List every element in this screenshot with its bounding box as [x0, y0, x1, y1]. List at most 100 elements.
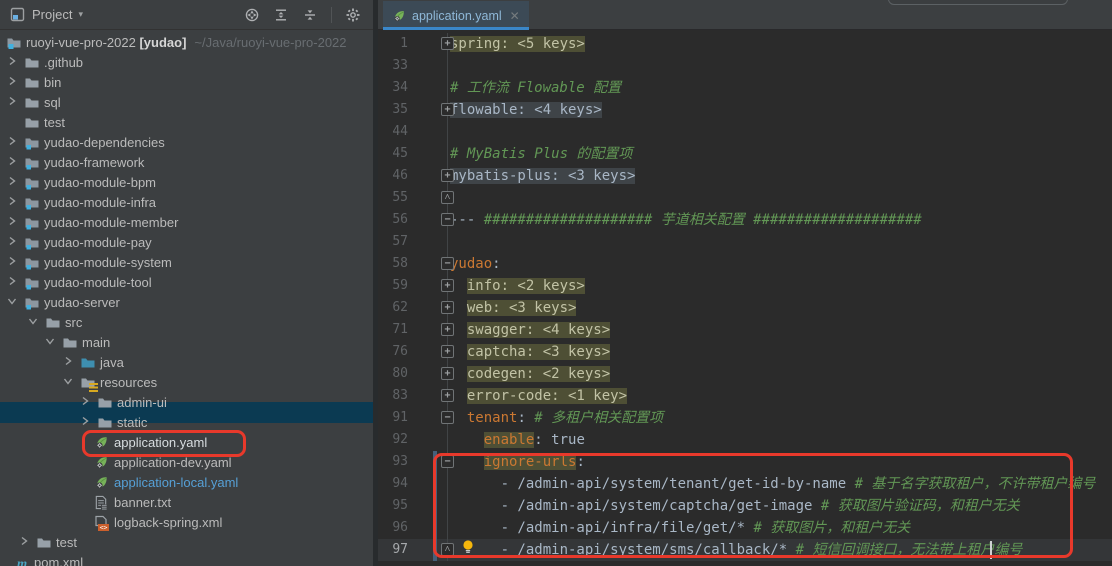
tree-item-application-local-yaml[interactable]: application-local.yaml — [0, 473, 373, 493]
tree-item-resources[interactable]: resources — [0, 373, 373, 393]
fold-expand-icon[interactable]: + — [441, 367, 454, 380]
intention-bulb-icon[interactable] — [462, 540, 474, 554]
chevron-right-icon[interactable] — [6, 215, 20, 231]
chevron-right-icon[interactable] — [6, 255, 20, 271]
code-line-97[interactable]: 97˄ - /admin-api/system/sms/callback/* #… — [378, 539, 1112, 561]
code-line-83[interactable]: 83+ error-code: <1 key> — [378, 385, 1112, 407]
tree-item-sql[interactable]: sql — [0, 93, 373, 113]
tree-item-yudao-module-pay[interactable]: yudao-module-pay — [0, 233, 373, 253]
code-text: flowable: <4 keys> — [450, 99, 602, 121]
code-line-71[interactable]: 71+ swagger: <4 keys> — [378, 319, 1112, 341]
tree-item-yudao-dependencies[interactable]: yudao-dependencies — [0, 133, 373, 153]
tree-item-yudao-framework[interactable]: yudao-framework — [0, 153, 373, 173]
fold-end-icon[interactable]: ˄ — [441, 543, 454, 556]
code-line-96[interactable]: 96 - /admin-api/infra/file/get/* # 获取图片，… — [378, 517, 1112, 539]
tree-item--github[interactable]: .github — [0, 53, 373, 73]
code-line-33[interactable]: 33 — [378, 55, 1112, 77]
code-line-58[interactable]: 58−yudao: — [378, 253, 1112, 275]
fold-expand-icon[interactable]: + — [441, 323, 454, 336]
chevron-right-icon[interactable] — [62, 355, 76, 371]
expand-all-icon[interactable] — [273, 7, 289, 23]
tree-item-main[interactable]: main — [0, 333, 373, 353]
tree-item-yudao-server[interactable]: yudao-server — [0, 293, 373, 313]
fold-expand-icon[interactable]: + — [441, 389, 454, 402]
code-line-76[interactable]: 76+ captcha: <3 keys> — [378, 341, 1112, 363]
code-line-92[interactable]: 92 enable: true — [378, 429, 1112, 451]
chevron-down-icon[interactable] — [6, 295, 20, 311]
fold-collapse-icon[interactable]: − — [441, 455, 454, 468]
chevron-right-icon[interactable] — [79, 395, 93, 411]
tree-item-ruoyi-vue-pro-2022[interactable]: ruoyi-vue-pro-2022 [yudao]~/Java/ruoyi-v… — [0, 33, 373, 53]
chevron-right-icon[interactable] — [6, 155, 20, 171]
code-line-62[interactable]: 62+ web: <3 keys> — [378, 297, 1112, 319]
code-line-44[interactable]: 44 — [378, 121, 1112, 143]
tree-item-application-dev-yaml[interactable]: application-dev.yaml — [0, 453, 373, 473]
code-line-1[interactable]: 1+spring: <5 keys> — [378, 33, 1112, 55]
fold-expand-icon[interactable]: + — [441, 169, 454, 182]
code-editor[interactable]: 1+spring: <5 keys>3334# 工作流 Flowable 配置3… — [378, 30, 1112, 566]
code-line-91[interactable]: 91− tenant: # 多租户相关配置项 — [378, 407, 1112, 429]
fold-expand-icon[interactable]: + — [441, 345, 454, 358]
tree-item-yudao-module-infra[interactable]: yudao-module-infra — [0, 193, 373, 213]
settings-gear-icon[interactable] — [345, 7, 361, 23]
tree-item-yudao-module-system[interactable]: yudao-module-system — [0, 253, 373, 273]
code-line-59[interactable]: 59+ info: <2 keys> — [378, 275, 1112, 297]
tree-item-logback-spring-xml[interactable]: <>logback-spring.xml — [0, 513, 373, 533]
tree-item-yudao-module-tool[interactable]: yudao-module-tool — [0, 273, 373, 293]
collapse-all-icon[interactable] — [302, 7, 318, 23]
chevron-right-icon[interactable] — [6, 135, 20, 151]
tab-application-yaml[interactable]: application.yaml ✕ — [383, 1, 529, 30]
code-line-35[interactable]: 35 +flowable: <4 keys> — [378, 99, 1112, 121]
tree-item-pom-xml[interactable]: mpom.xml — [0, 553, 373, 566]
panel-title[interactable]: Project — [32, 7, 72, 22]
tree-item-static[interactable]: static — [0, 413, 373, 433]
code-line-56[interactable]: 56−--- #################### 芋道相关配置 #####… — [378, 209, 1112, 231]
chevron-right-icon[interactable] — [6, 275, 20, 291]
chevron-right-icon[interactable] — [79, 415, 93, 431]
fold-collapse-icon[interactable]: − — [441, 213, 454, 226]
tree-item-label: yudao-module-pay — [44, 235, 152, 250]
code-line-80[interactable]: 80+ codegen: <2 keys> — [378, 363, 1112, 385]
chevron-right-icon[interactable] — [6, 75, 20, 91]
chevron-right-icon[interactable] — [6, 55, 20, 71]
code-line-45[interactable]: 45# MyBatis Plus 的配置项 — [378, 143, 1112, 165]
locate-icon[interactable] — [244, 7, 260, 23]
code-line-93[interactable]: 93− ignore-urls: — [378, 451, 1112, 473]
tree-item-label: yudao-module-infra — [44, 195, 156, 210]
code-line-57[interactable]: 57 — [378, 231, 1112, 253]
tree-item-bin[interactable]: bin — [0, 73, 373, 93]
chevron-down-icon[interactable]: ▾ — [78, 9, 83, 20]
code-line-95[interactable]: 95 - /admin-api/system/captcha/get-image… — [378, 495, 1112, 517]
tree-item-application-yaml[interactable]: application.yaml — [0, 433, 373, 453]
code-line-46[interactable]: 46+mybatis-plus: <3 keys> — [378, 165, 1112, 187]
code-line-34[interactable]: 34# 工作流 Flowable 配置 — [378, 77, 1112, 99]
tree-item-java[interactable]: java — [0, 353, 373, 373]
tree-item-src[interactable]: src — [0, 313, 373, 333]
fold-collapse-icon[interactable]: − — [441, 257, 454, 270]
fold-expand-icon[interactable]: + — [441, 103, 454, 116]
chevron-down-icon[interactable] — [44, 335, 58, 351]
tree-item-test[interactable]: test — [0, 113, 373, 133]
chevron-down-icon[interactable] — [62, 375, 76, 391]
chevron-right-icon[interactable] — [6, 95, 20, 111]
tree-item-test[interactable]: test — [0, 533, 373, 553]
line-number: 35 — [378, 99, 408, 121]
fold-expand-icon[interactable]: + — [441, 279, 454, 292]
fold-collapse-icon[interactable]: − — [441, 411, 454, 424]
code-line-55[interactable]: 55˄ — [378, 187, 1112, 209]
token-val: true — [551, 432, 585, 448]
chevron-right-icon[interactable] — [6, 235, 20, 251]
code-line-94[interactable]: 94 - /admin-api/system/tenant/get-id-by-… — [378, 473, 1112, 495]
fold-expand-icon[interactable]: + — [441, 301, 454, 314]
tree-item-banner-txt[interactable]: banner.txt — [0, 493, 373, 513]
chevron-right-icon[interactable] — [6, 175, 20, 191]
chevron-right-icon[interactable] — [18, 535, 32, 551]
tree-item-yudao-module-bpm[interactable]: yudao-module-bpm — [0, 173, 373, 193]
tree-item-admin-ui[interactable]: admin-ui — [0, 393, 373, 413]
fold-end-icon[interactable]: ˄ — [441, 191, 454, 204]
fold-expand-icon[interactable]: + — [441, 37, 454, 50]
close-icon[interactable]: ✕ — [510, 9, 520, 23]
chevron-right-icon[interactable] — [6, 195, 20, 211]
chevron-down-icon[interactable] — [27, 315, 41, 331]
tree-item-yudao-module-member[interactable]: yudao-module-member — [0, 213, 373, 233]
